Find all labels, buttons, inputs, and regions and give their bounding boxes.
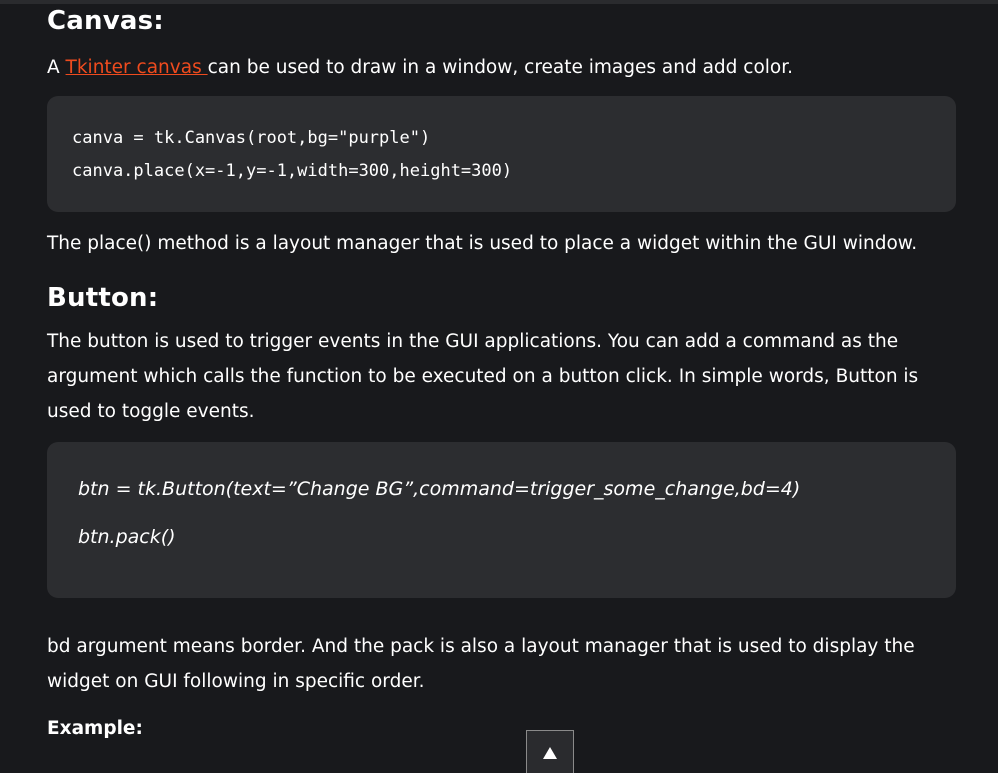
canvas-intro: A Tkinter canvas can be used to draw in …: [47, 50, 793, 85]
code-line: btn = tk.Button(text=”Change BG”,command…: [78, 478, 801, 500]
canvas-intro-prefix: A: [47, 57, 66, 78]
code-line: btn.pack(): [78, 526, 176, 548]
canvas-intro-suffix: can be used to draw in a window, create …: [207, 57, 794, 78]
tkinter-canvas-link[interactable]: Tkinter canvas: [66, 57, 208, 78]
top-border: [0, 0, 998, 4]
button-description: The button is used to trigger events in …: [47, 331, 919, 422]
example-label: Example:: [47, 718, 143, 739]
code-line: canva = tk.Canvas(root,bg="purple"): [72, 128, 431, 148]
canvas-heading: Canvas:: [47, 6, 164, 36]
button-code-block: btn = tk.Button(text=”Change BG”,command…: [47, 442, 956, 598]
canvas-code-block: canva = tk.Canvas(root,bg="purple") canv…: [47, 96, 956, 212]
place-method-note: The place() method is a layout manager t…: [47, 233, 918, 254]
button-heading: Button:: [47, 283, 159, 313]
pack-note: bd argument means border. And the pack i…: [47, 636, 915, 692]
arrow-up-icon: [543, 747, 557, 759]
scroll-to-top-button[interactable]: [526, 730, 574, 773]
code-line: canva.place(x=-1,y=-1,width=300,height=3…: [72, 161, 513, 181]
